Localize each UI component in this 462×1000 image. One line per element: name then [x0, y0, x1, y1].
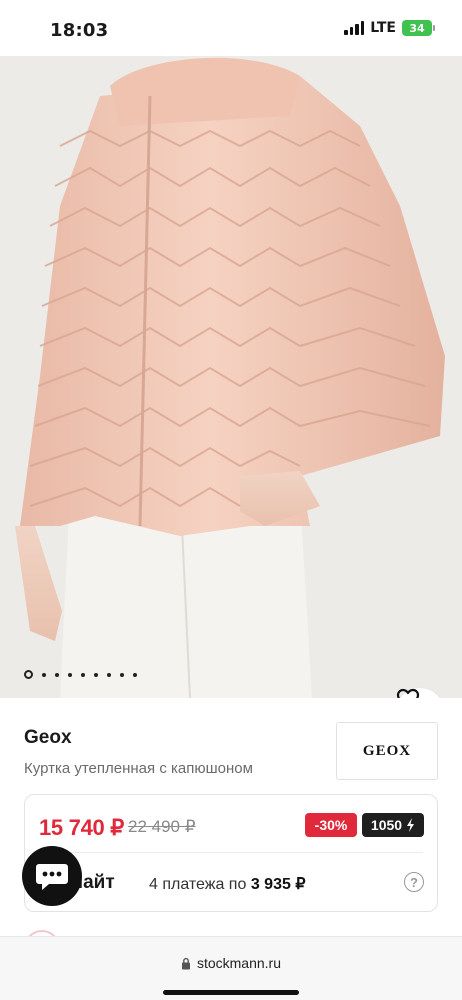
bonus-icon — [407, 818, 415, 832]
jacket-photo — [0, 56, 462, 698]
gallery-pagination — [24, 670, 137, 679]
signal-icon — [344, 21, 365, 35]
battery-level: 34 — [409, 21, 425, 35]
gallery-dot[interactable] — [94, 672, 98, 677]
heart-icon — [396, 688, 420, 698]
price-divider — [39, 852, 423, 853]
product-description: Куртка утепленная с капюшоном — [24, 760, 253, 777]
discount-badge: -30% — [305, 813, 357, 837]
chat-button[interactable] — [22, 846, 82, 906]
url-text: stockmann.ru — [196, 955, 282, 971]
chat-icon — [36, 864, 68, 890]
battery-icon: 34 — [402, 20, 435, 36]
split-payment-amount: 3 935 ₽ — [250, 876, 306, 893]
gallery-dot[interactable] — [81, 672, 85, 677]
bonus-value: 1050 — [370, 817, 403, 833]
status-indicators: LTE 34 — [344, 20, 435, 36]
brand-logo[interactable]: GEOX — [336, 722, 438, 780]
gallery-dot[interactable] — [133, 672, 137, 677]
brand-name[interactable]: Geox — [24, 727, 72, 749]
status-bar: 18:03 LTE 34 — [0, 0, 462, 56]
brand-logo-text: GEOX — [362, 742, 412, 759]
home-indicator[interactable] — [163, 990, 299, 995]
gallery-dot[interactable] — [107, 672, 111, 677]
browser-address-bar[interactable]: stockmann.ru — [0, 936, 462, 1000]
gallery-dot[interactable] — [120, 672, 124, 677]
status-time: 18:03 — [50, 20, 109, 41]
split-payment-text: 4 платежа по — [149, 876, 247, 893]
old-price: 22 490 ₽ — [128, 817, 196, 836]
price-card: 15 740 ₽ 22 490 ₽ -30% 1050 лайт 4 плате… — [24, 794, 438, 912]
gallery-dot[interactable] — [42, 672, 46, 677]
help-icon[interactable]: ? — [404, 872, 424, 892]
gallery-dot[interactable] — [55, 672, 59, 677]
bonus-badge[interactable]: 1050 — [362, 813, 424, 837]
product-image[interactable] — [0, 56, 462, 698]
gallery-dot-active[interactable] — [24, 670, 33, 679]
url-display[interactable]: stockmann.ru — [0, 955, 462, 971]
split-payment-info: 4 платежа по 3 935 ₽ — [149, 874, 306, 894]
lock-icon — [181, 957, 190, 969]
network-type: LTE — [370, 20, 396, 36]
current-price: 15 740 ₽ — [39, 815, 124, 840]
gallery-dot[interactable] — [68, 672, 72, 677]
